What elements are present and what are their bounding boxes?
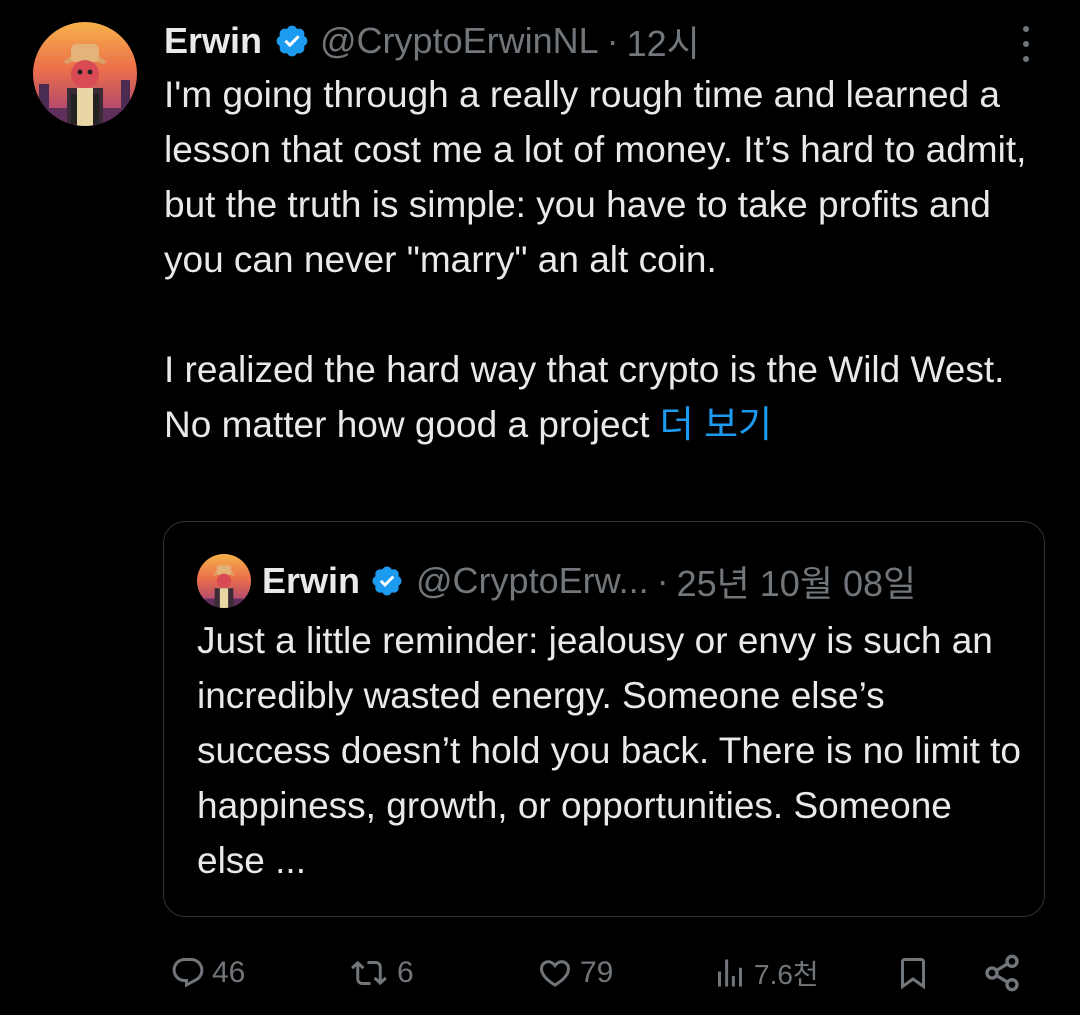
reply-button[interactable]: 46 <box>170 945 245 1001</box>
like-count: 79 <box>580 956 614 989</box>
tweet-paragraph-1: I'm going through a really rough time an… <box>164 74 1027 280</box>
like-button[interactable]: 79 <box>536 945 613 1001</box>
quoted-author-handle: @CryptoErw... <box>416 560 649 601</box>
cowboy-avatar-image <box>33 22 137 126</box>
reply-count: 46 <box>212 956 246 989</box>
quoted-author-avatar <box>197 554 251 608</box>
more-vertical-icon[interactable] <box>1014 26 1038 62</box>
share-button[interactable] <box>982 945 1022 1001</box>
quoted-tweet-card[interactable]: Erwin @CryptoErw... · 25년 10월 08일 Just a… <box>163 521 1045 917</box>
views-count: 7.6천 <box>754 959 819 990</box>
tweet-timestamp[interactable]: 12시 <box>627 15 700 67</box>
author-name[interactable]: Erwin <box>164 20 262 62</box>
author-avatar[interactable] <box>33 22 137 126</box>
quoted-header-separator: · <box>656 560 669 601</box>
repost-icon <box>347 955 391 991</box>
tweet-action-bar: 46 6 79 7.6천 <box>0 945 1080 1001</box>
heart-icon <box>536 955 574 991</box>
tweet-header: Erwin @CryptoErwinNL · 12시 <box>164 16 700 66</box>
reply-icon <box>170 955 206 991</box>
views-chart-icon <box>712 955 748 991</box>
repost-count: 6 <box>397 956 414 989</box>
share-icon <box>982 953 1022 993</box>
tweet-paragraph-2-text: I realized the hard way that crypto is t… <box>164 349 1005 445</box>
verified-badge-icon <box>370 564 404 598</box>
tweet-paragraph-2: I realized the hard way that crypto is t… <box>164 342 1054 452</box>
quoted-tweet-timestamp: 25년 10월 08일 <box>676 563 917 604</box>
quoted-tweet-body: Just a little reminder: jealousy or envy… <box>197 620 1022 881</box>
quoted-author-name: Erwin <box>262 560 361 601</box>
bookmark-button[interactable] <box>895 945 931 1001</box>
cowboy-avatar-image <box>197 554 251 608</box>
quoted-tweet-header: Erwin @CryptoErw... · 25년 10월 08일 <box>262 556 916 606</box>
views-button[interactable]: 7.6천 <box>712 945 819 1001</box>
tweet-body: I'm going through a really rough time an… <box>164 67 1054 452</box>
verified-badge-icon <box>274 23 310 59</box>
header-separator: · <box>606 20 619 61</box>
author-handle[interactable]: @CryptoErwinNL <box>320 20 599 62</box>
bookmark-icon <box>895 954 931 992</box>
repost-button[interactable]: 6 <box>347 945 414 1001</box>
show-more-link[interactable]: 더 보기 <box>660 404 772 445</box>
